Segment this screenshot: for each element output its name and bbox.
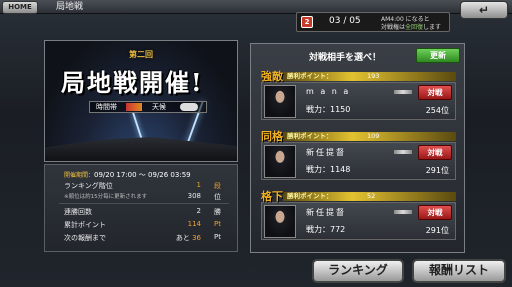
event-title: 局地戦開催! bbox=[61, 68, 204, 97]
ranking-tier-value: 1 bbox=[196, 181, 201, 189]
opponent-rank: 254位 bbox=[425, 106, 449, 115]
ranking-tier-unit: 段 bbox=[214, 182, 221, 190]
opponent-rank: 291位 bbox=[425, 166, 449, 175]
return-arrow-icon: ↵ bbox=[478, 3, 490, 17]
victory-points-value: 52 bbox=[367, 192, 376, 200]
power-value: 1150 bbox=[330, 105, 351, 114]
win-streak-label: 連勝回数 bbox=[64, 208, 92, 216]
next-reward-unit: Pt bbox=[214, 233, 221, 241]
recovery-note-post: します bbox=[423, 24, 442, 31]
victory-points-bar: 勝利ポイント： 193 bbox=[283, 72, 456, 81]
victory-points-bar: 勝利ポイント： 52 bbox=[283, 192, 456, 201]
win-streak-unit: 勝 bbox=[214, 208, 221, 216]
next-reward-label: 次の報酬まで bbox=[64, 234, 106, 242]
opponent-card: 勝利ポイント： 109 新任提督 戦力：1148 291位 対戦 同格 bbox=[257, 130, 460, 184]
admiral-portrait bbox=[264, 85, 296, 118]
rank-class-badge: 同格 bbox=[261, 130, 283, 143]
sunset-icon bbox=[126, 103, 142, 111]
admiral-portrait bbox=[264, 205, 296, 238]
screen-title: 局地戦 bbox=[56, 2, 84, 12]
divider bbox=[59, 203, 229, 204]
opponent-panel: 対戦相手を選べ！ 更新 勝利ポイント： 193 m a n a 戦力：1150 2… bbox=[250, 43, 465, 253]
event-info-panel: 開催期間：09/20 17:00 ～ 09/26 03:59 ランキング階位 1… bbox=[44, 164, 238, 252]
power-label: 戦力： bbox=[306, 165, 330, 174]
admiral-portrait bbox=[264, 145, 296, 178]
victory-points-bar: 勝利ポイント： 109 bbox=[283, 132, 456, 141]
power-label: 戦力： bbox=[306, 225, 330, 234]
opponent-info: m a n a 戦力：1150 254位 対戦 bbox=[261, 82, 456, 120]
ranking-position-value: 308 bbox=[187, 192, 201, 200]
next-reward-value: あと 36 bbox=[176, 233, 201, 243]
opponent-info: 新任提督 戦力：1148 291位 対戦 bbox=[261, 142, 456, 180]
battle-button[interactable]: 対戦 bbox=[418, 145, 452, 160]
opponent-card: 勝利ポイント： 52 新任提督 戦力：772 291位 対戦 格下 bbox=[257, 190, 460, 244]
opponent-power: 戦力：1150 bbox=[306, 104, 350, 115]
time-of-day-label: 時間帯 bbox=[96, 103, 117, 111]
opponent-power: 戦力：1148 bbox=[306, 164, 350, 175]
event-subtitle: 第二回 bbox=[129, 50, 153, 59]
event-banner: 第二回 局地戦開催! 時間帯 天候 bbox=[44, 40, 238, 162]
battle-ticket-icon: 2 bbox=[301, 16, 313, 28]
rank-insignia-icon bbox=[394, 90, 412, 94]
battle-rights-counter: 2 03 / 05 AM4:00 になると 対戦権は全回復します bbox=[296, 12, 450, 32]
opponent-name: 新任提督 bbox=[306, 208, 346, 217]
opponent-panel-title: 対戦相手を選べ！ bbox=[309, 53, 382, 63]
recovery-note-line2: 対戦権は全回復します bbox=[381, 22, 441, 31]
victory-points-label: 勝利ポイント： bbox=[287, 132, 333, 140]
opponent-card: 勝利ポイント： 193 m a n a 戦力：1150 254位 対戦 強敵 bbox=[257, 70, 460, 124]
victory-points-value: 109 bbox=[367, 132, 380, 140]
ranking-tier-label: ランキング階位 bbox=[64, 182, 113, 190]
weather-label: 天候 bbox=[152, 103, 166, 111]
conditions-bar: 時間帯 天候 bbox=[89, 101, 207, 113]
total-points-label: 累計ポイント bbox=[64, 221, 106, 229]
battle-button[interactable]: 対戦 bbox=[418, 205, 452, 220]
refresh-button[interactable]: 更新 bbox=[416, 48, 460, 63]
victory-points-label: 勝利ポイント： bbox=[287, 72, 333, 80]
battle-button[interactable]: 対戦 bbox=[418, 85, 452, 100]
victory-points-value: 193 bbox=[367, 72, 380, 80]
next-reward-number: 36 bbox=[192, 234, 201, 242]
ranking-position-unit: 位 bbox=[214, 193, 221, 201]
rank-class-badge: 格下 bbox=[261, 190, 283, 203]
total-points-unit: Pt bbox=[214, 220, 221, 228]
rank-insignia-icon bbox=[394, 150, 412, 154]
rank-insignia-icon bbox=[394, 210, 412, 214]
recovery-note-pre: 対戦権は bbox=[381, 24, 406, 31]
cloud-icon bbox=[180, 103, 198, 111]
opponent-rank: 291位 bbox=[425, 226, 449, 235]
battle-rights-count: 03 / 05 bbox=[329, 16, 361, 26]
home-button[interactable]: HOME bbox=[2, 1, 38, 14]
power-value: 772 bbox=[330, 225, 346, 234]
opponent-info: 新任提督 戦力：772 291位 対戦 bbox=[261, 202, 456, 240]
recovery-note-highlight: 全回復 bbox=[405, 24, 424, 31]
opponent-name: 新任提督 bbox=[306, 148, 346, 157]
ranking-button[interactable]: ランキング bbox=[312, 259, 404, 283]
back-button[interactable]: ↵ bbox=[460, 1, 508, 19]
next-reward-prefix: あと bbox=[175, 234, 190, 242]
reward-list-button[interactable]: 報酬リスト bbox=[412, 259, 506, 283]
rank-class-badge: 強敵 bbox=[261, 70, 283, 83]
victory-points-label: 勝利ポイント： bbox=[287, 192, 333, 200]
power-value: 1148 bbox=[330, 165, 351, 174]
win-streak-value: 2 bbox=[196, 207, 201, 215]
event-period: 開催期間：09/20 17:00 ～ 09/26 03:59 bbox=[64, 170, 258, 180]
period-label: 開催期間： bbox=[64, 172, 95, 179]
opponent-name: m a n a bbox=[306, 87, 351, 96]
power-label: 戦力： bbox=[306, 105, 330, 114]
period-value: 09/20 17:00 ～ 09/26 03:59 bbox=[94, 171, 191, 179]
opponent-power: 戦力：772 bbox=[306, 224, 345, 235]
total-points-value: 114 bbox=[187, 220, 201, 228]
ranking-update-note: ※順位は約15分毎に更新されます bbox=[64, 194, 148, 200]
